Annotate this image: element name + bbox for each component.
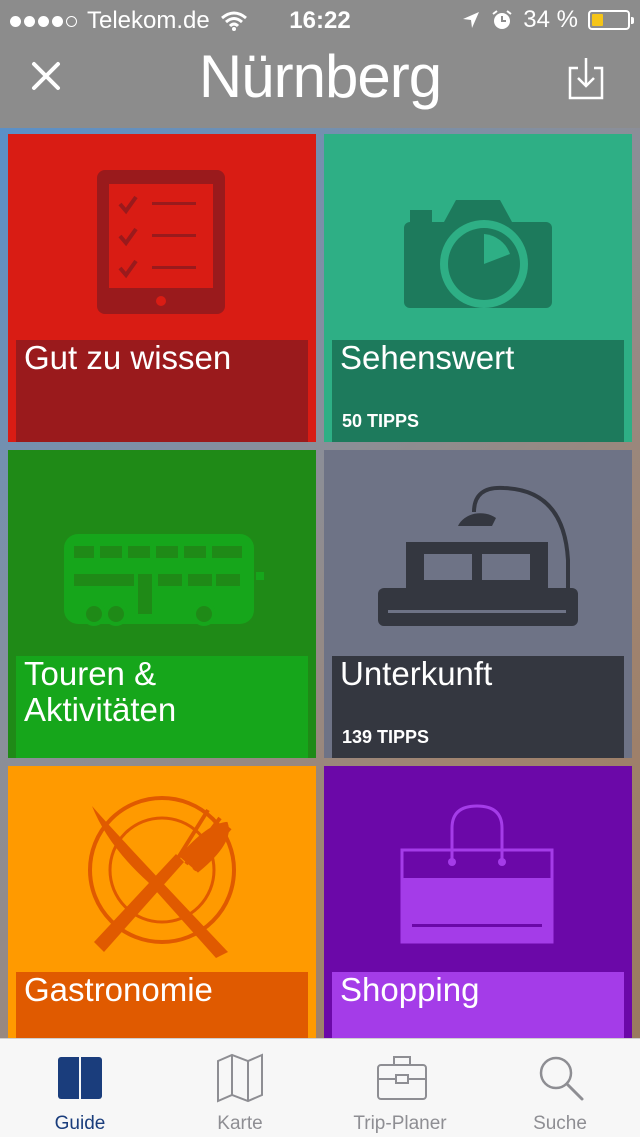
page-title: Nürnberg	[198, 43, 442, 110]
tile-touren-aktivitaeten[interactable]: Touren & Aktivitäten	[8, 450, 316, 758]
cutlery-icon	[88, 796, 236, 958]
tile-shopping[interactable]: Shopping	[324, 766, 632, 1074]
download-icon[interactable]	[566, 54, 606, 104]
search-icon	[539, 1056, 584, 1101]
tile-label: Touren & Aktivitäten	[16, 656, 308, 758]
tab-label: Karte	[217, 1113, 263, 1134]
tile-label: Unterkunft 139 TIPPS	[332, 656, 624, 758]
checklist-tablet-icon	[97, 170, 225, 314]
tile-unterkunft[interactable]: Unterkunft 139 TIPPS	[324, 450, 632, 758]
tile-label: Sehenswert 50 TIPPS	[332, 340, 624, 442]
tile-title: Touren & Aktivitäten	[24, 655, 177, 728]
map-icon	[217, 1053, 263, 1103]
battery-icon	[588, 10, 634, 30]
tab-label: Guide	[54, 1113, 106, 1134]
tile-label: Gut zu wissen	[16, 340, 308, 442]
tile-sehenswert[interactable]: Sehenswert 50 TIPPS	[324, 134, 632, 442]
tab-guide[interactable]: Guide	[0, 1039, 160, 1137]
camera-icon	[404, 200, 552, 308]
shopping-bag-icon	[400, 804, 554, 944]
tile-tip-count: 139 TIPPS	[342, 727, 430, 747]
status-bar: Telekom.de 16:22 34 %	[0, 0, 640, 40]
tile-title: Shopping	[340, 971, 480, 1008]
tab-label: Suche	[533, 1113, 587, 1134]
book-icon	[58, 1057, 102, 1099]
bed-icon	[378, 485, 578, 626]
tab-karte[interactable]: Karte	[160, 1039, 320, 1137]
tile-title: Sehenswert	[340, 339, 515, 376]
navigation-bar: Nürnberg	[0, 40, 640, 128]
briefcase-icon	[377, 1056, 427, 1100]
tile-title: Gut zu wissen	[24, 339, 232, 376]
tile-title: Unterkunft	[340, 655, 493, 692]
alarm-clock-icon	[492, 10, 512, 29]
tile-gut-zu-wissen[interactable]: Gut zu wissen	[8, 134, 316, 442]
tab-trip-planer[interactable]: Trip-Planer	[320, 1039, 480, 1137]
tab-bar: Guide Karte Trip-Planer Suche	[0, 1038, 640, 1137]
location-arrow-icon	[463, 12, 480, 28]
tab-label: Trip-Planer	[353, 1113, 447, 1134]
tile-gastronomie[interactable]: Gastronomie	[8, 766, 316, 1074]
battery-percent: 34 %	[523, 6, 578, 33]
tile-tip-count: 50 TIPPS	[342, 411, 420, 431]
tile-title: Gastronomie	[24, 971, 213, 1008]
bus-icon	[64, 534, 264, 626]
tab-suche[interactable]: Suche	[480, 1039, 640, 1137]
